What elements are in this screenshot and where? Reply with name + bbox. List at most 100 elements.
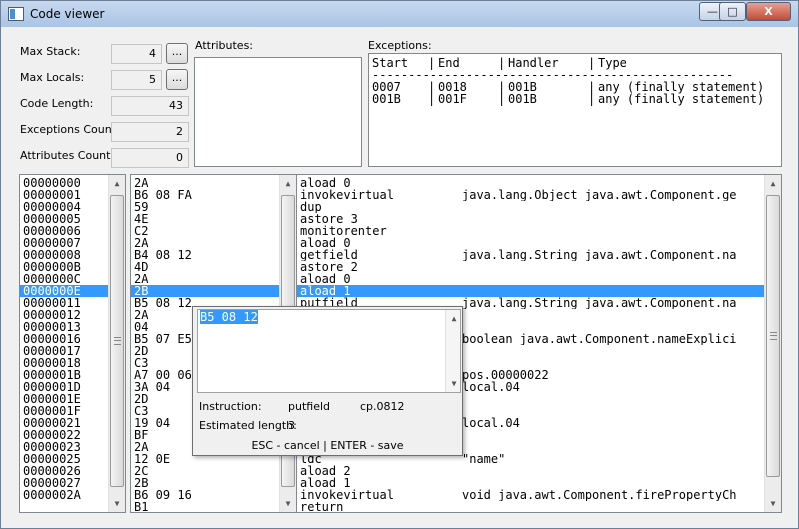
scroll-up-arrow-icon[interactable]: ▲ [109, 175, 125, 192]
exceptions-label: Exceptions: [368, 39, 432, 52]
max-locals-field[interactable]: 5 [111, 70, 162, 90]
maximize-button[interactable]: □ [719, 2, 746, 21]
operand: java.lang.String java.awt.Component.na [462, 297, 737, 309]
instruction-name: putfield [288, 400, 331, 413]
list-item[interactable]: 4E [131, 213, 296, 225]
operand: "name" [462, 453, 506, 465]
opcode: aload_1 [300, 285, 351, 297]
code-length-label: Code Length: [20, 97, 94, 110]
list-item[interactable]: 2A [131, 237, 296, 249]
opcode: aload_0 [300, 177, 351, 189]
list-item[interactable]: C2 [131, 225, 296, 237]
window-app-icon [8, 7, 24, 21]
max-stack-field[interactable]: 4 [111, 44, 162, 64]
close-button[interactable]: X [746, 2, 791, 21]
list-item[interactable]: invokevirtual void java.awt.Component.fir… [297, 489, 781, 501]
operand: java.lang.String java.awt.Component.na [462, 249, 737, 261]
opcode: invokevirtual [300, 489, 394, 501]
scroll-down-arrow-icon[interactable]: ▼ [765, 495, 781, 512]
opcode: astore_2 [300, 261, 358, 273]
list-item[interactable]: 2B [131, 285, 296, 297]
opcode: return [300, 501, 344, 513]
scroll-up-arrow-icon[interactable]: ▲ [446, 310, 462, 327]
editor-hint: ESC - cancel | ENTER - save [251, 439, 404, 452]
scroll-down-arrow-icon[interactable]: ▼ [446, 375, 462, 392]
list-item[interactable]: monitorenter [297, 225, 781, 237]
grip-icon [114, 337, 121, 345]
list-item[interactable]: 2A [131, 273, 296, 285]
opcode: monitorenter [300, 225, 387, 237]
offsets-list[interactable]: 00000000 00000001 00000004 00000005 00000006… [19, 174, 126, 513]
operand: boolean java.awt.Component.nameExplici [462, 333, 737, 345]
opcode: getfield [300, 249, 358, 261]
list-item[interactable]: aload_1 [297, 285, 781, 297]
list-item[interactable]: getfield java.lang.String java.awt.Compon… [297, 249, 781, 261]
bytecode-editor-popup: B5 08 12 ▲ ▼ Instruction: putfield cp.08… [192, 306, 463, 456]
opcode: dup [300, 201, 322, 213]
popup-scrollbar[interactable]: ▲ ▼ [445, 310, 460, 392]
instruction-label: Instruction: [199, 400, 262, 413]
scroll-down-arrow-icon[interactable]: ▼ [280, 495, 296, 512]
instructions-scrollbar[interactable]: ▲ ▼ [764, 175, 781, 512]
operand: void java.awt.Component.firePropertyCh [462, 489, 737, 501]
window-title: Code viewer [30, 7, 105, 21]
list-item[interactable]: B6 09 16 [131, 489, 296, 501]
attributes-count-label: Attributes Count: [20, 149, 115, 162]
exceptions-count-field: 2 [111, 122, 189, 142]
bytecode-input-value: B5 08 12 [200, 310, 258, 324]
estimated-length-value: 3 [288, 419, 295, 432]
list-item[interactable]: B6 08 FA [131, 189, 296, 201]
opcode: aload_1 [300, 477, 351, 489]
list-item[interactable]: astore_2 [297, 261, 781, 273]
list-item[interactable]: aload_0 [297, 177, 781, 189]
list-item[interactable]: return [297, 501, 781, 513]
opcode: astore_3 [300, 213, 358, 225]
list-item[interactable]: 4D [131, 261, 296, 273]
scroll-up-arrow-icon[interactable]: ▲ [765, 175, 781, 192]
attributes-label: Attributes: [195, 39, 254, 52]
operand: local.04 [462, 417, 520, 429]
list-item[interactable]: 2C [131, 465, 296, 477]
code-viewer-window: Code viewer — □ X Max Stack: 4 ... Max L… [0, 0, 799, 529]
opcode: aload_0 [300, 273, 351, 285]
scroll-up-arrow-icon[interactable]: ▲ [280, 175, 296, 192]
max-stack-label: Max Stack: [20, 45, 81, 58]
title-bar[interactable]: Code viewer — □ X [1, 1, 798, 27]
code-length-field: 43 [111, 96, 189, 116]
list-item[interactable]: aload_0 [297, 237, 781, 249]
operand: pos.00000022 [462, 369, 549, 381]
list-item[interactable]: dup [297, 201, 781, 213]
list-item[interactable]: aload_2 [297, 465, 781, 477]
list-item[interactable]: astore_3 [297, 213, 781, 225]
offsets-scrollbar[interactable]: ▲ ▼ [108, 175, 125, 512]
attributes-list[interactable] [194, 57, 362, 167]
table-row[interactable]: 001B | 001F | 001B | any (finally statement) [372, 93, 764, 105]
list-item[interactable]: invokevirtual java.lang.Object java.awt.C… [297, 189, 781, 201]
exceptions-count-label: Exceptions Count: [20, 123, 120, 136]
bytecode-input[interactable]: B5 08 12 ▲ ▼ [197, 309, 461, 393]
operand: local.04 [462, 381, 520, 393]
operand: java.lang.Object java.awt.Component.ge [462, 189, 737, 201]
list-item[interactable]: 2A [131, 177, 296, 189]
attributes-count-field: 0 [111, 148, 189, 168]
opcode: aload_0 [300, 237, 351, 249]
list-item[interactable]: B4 08 12 [131, 249, 296, 261]
exceptions-table[interactable]: Start | End | Handler | Type -----------------… [368, 53, 782, 167]
scroll-down-arrow-icon[interactable]: ▼ [109, 495, 125, 512]
scroll-thumb[interactable] [110, 195, 124, 487]
list-item[interactable]: aload_1 [297, 477, 781, 489]
opcode: invokevirtual [300, 189, 394, 201]
list-item[interactable]: 2B [131, 477, 296, 489]
list-item[interactable]: B1 [131, 501, 296, 512]
list-item[interactable]: aload_0 [297, 273, 781, 285]
instruction-operand: cp.0812 [360, 400, 405, 413]
exceptions-grid: Start | End | Handler | Type -----------------… [372, 57, 764, 105]
estimated-length-label: Estimated length: [199, 419, 297, 432]
max-locals-label: Max Locals: [20, 71, 85, 84]
max-stack-edit-button[interactable]: ... [166, 43, 188, 64]
grip-icon [770, 332, 777, 340]
opcode: aload_2 [300, 465, 351, 477]
max-locals-edit-button[interactable]: ... [166, 69, 188, 90]
list-item[interactable]: 59 [131, 201, 296, 213]
scroll-thumb[interactable] [766, 195, 780, 477]
